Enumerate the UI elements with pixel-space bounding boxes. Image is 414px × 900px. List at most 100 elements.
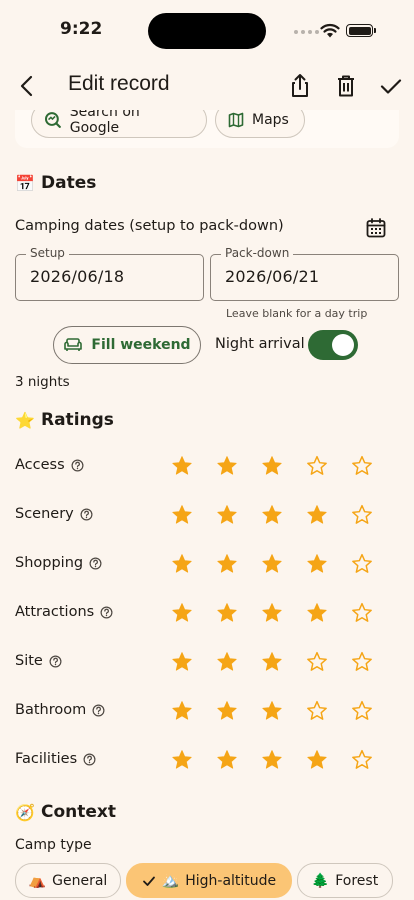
star-outline-icon[interactable] [351,749,373,771]
ratings-section-title: ⭐ Ratings [15,410,114,430]
app-bar: Edit record [0,62,414,110]
rating-label-scenery: Scenery [15,506,93,522]
star-outline-icon[interactable] [351,504,373,526]
star-filled-icon[interactable] [306,749,328,771]
help-circle-icon[interactable] [71,459,84,472]
star-filled-icon[interactable] [261,651,283,673]
rating-row-facilities: Facilities [15,745,399,775]
star-filled-icon[interactable] [216,749,238,771]
rating-label-attractions: Attractions [15,604,113,620]
tent-emoji-icon: ⛺ [28,872,47,889]
star-filled-icon[interactable] [261,602,283,624]
camp-type-label: Camp type [15,837,92,853]
packdown-date-value: 2026/06/21 [225,267,320,286]
star-outline-icon[interactable] [306,700,328,722]
setup-date-field[interactable]: Setup 2026/06/18 [15,246,204,301]
rating-label-text: Access [15,457,65,473]
back-arrow-icon[interactable] [14,72,42,100]
help-circle-icon[interactable] [89,557,102,570]
star-outline-icon[interactable] [351,455,373,477]
help-circle-icon[interactable] [92,704,105,717]
status-time: 9:22 [60,19,103,39]
star-outline-icon[interactable] [351,553,373,575]
star-filled-icon[interactable] [171,504,193,526]
help-circle-icon[interactable] [83,753,96,766]
packdown-field-label: Pack-down [221,246,294,260]
star-outline-icon[interactable] [306,651,328,673]
rating-label-shopping: Shopping [15,555,102,571]
google-search-icon [44,112,61,128]
star-filled-icon[interactable] [171,553,193,575]
packdown-date-field[interactable]: Pack-down 2026/06/21 [210,246,399,301]
rating-label-text: Shopping [15,555,84,571]
star-filled-icon[interactable] [171,455,193,477]
share-icon[interactable] [286,72,314,100]
star-filled-icon[interactable] [171,700,193,722]
star-outline-icon[interactable] [351,651,373,673]
star-emoji-icon: ⭐ [15,410,35,430]
night-arrival-toggle[interactable] [308,330,358,360]
star-outline-icon[interactable] [351,700,373,722]
compass-emoji-icon: 🧭 [15,802,35,822]
star-filled-icon[interactable] [261,553,283,575]
sofa-icon [64,338,83,351]
map-icon [228,112,244,128]
star-filled-icon[interactable] [171,651,193,673]
star-filled-icon[interactable] [216,651,238,673]
star-filled-icon[interactable] [306,553,328,575]
page-title: Edit record [68,72,170,95]
dates-section-title: 📅 Dates [15,173,96,193]
context-section-title: 🧭 Context [15,802,116,822]
star-filled-icon[interactable] [216,504,238,526]
camp-type-general-label: General [52,872,108,889]
help-circle-icon[interactable] [49,655,62,668]
fill-weekend-button[interactable]: Fill weekend [53,326,201,364]
camping-dates-label: Camping dates (setup to pack-down) [15,218,284,234]
camp-type-forest-label: Forest [335,872,379,889]
trash-icon[interactable] [332,72,360,100]
maps-label: Maps [252,112,289,128]
star-outline-icon[interactable] [306,455,328,477]
rating-row-shopping: Shopping [15,549,399,579]
rating-label-text: Bathroom [15,702,87,718]
star-filled-icon[interactable] [171,749,193,771]
camp-type-high-altitude-chip[interactable]: 🏔️ High-altitude [126,863,292,898]
star-filled-icon[interactable] [171,602,193,624]
rating-row-scenery: Scenery [15,500,399,530]
rating-label-text: Attractions [15,604,95,620]
star-filled-icon[interactable] [216,553,238,575]
rating-label-text: Scenery [15,506,74,522]
night-arrival-label: Night arrival [215,336,305,352]
rating-row-bathroom: Bathroom [15,696,399,726]
camp-type-general-chip[interactable]: ⛺ General [15,863,121,898]
check-icon[interactable] [377,72,405,100]
help-circle-icon[interactable] [100,606,113,619]
star-filled-icon[interactable] [261,455,283,477]
star-outline-icon[interactable] [351,602,373,624]
calendar-icon[interactable] [364,216,388,240]
rating-row-access: Access [15,451,399,481]
camp-type-forest-chip[interactable]: 🌲 Forest [297,863,393,898]
setup-date-value: 2026/06/18 [30,267,125,286]
tree-emoji-icon: 🌲 [311,872,330,889]
calendar-emoji-icon: 📅 [15,173,35,193]
star-filled-icon[interactable] [261,504,283,526]
rating-label-site: Site [15,653,62,669]
star-filled-icon[interactable] [216,455,238,477]
dates-title: Dates [41,173,97,193]
ratings-title: Ratings [41,410,114,430]
star-filled-icon[interactable] [216,700,238,722]
rating-label-text: Facilities [15,751,78,767]
star-filled-icon[interactable] [216,602,238,624]
star-filled-icon[interactable] [306,504,328,526]
help-circle-icon[interactable] [80,508,93,521]
camp-type-high-altitude-label: High-altitude [185,872,277,889]
star-filled-icon[interactable] [261,700,283,722]
status-bar: 9:22 [0,0,414,62]
rating-row-site: Site [15,647,399,677]
toggle-knob [332,334,354,356]
star-filled-icon[interactable] [306,602,328,624]
star-filled-icon[interactable] [261,749,283,771]
context-title: Context [41,802,117,822]
rating-label-access: Access [15,457,84,473]
